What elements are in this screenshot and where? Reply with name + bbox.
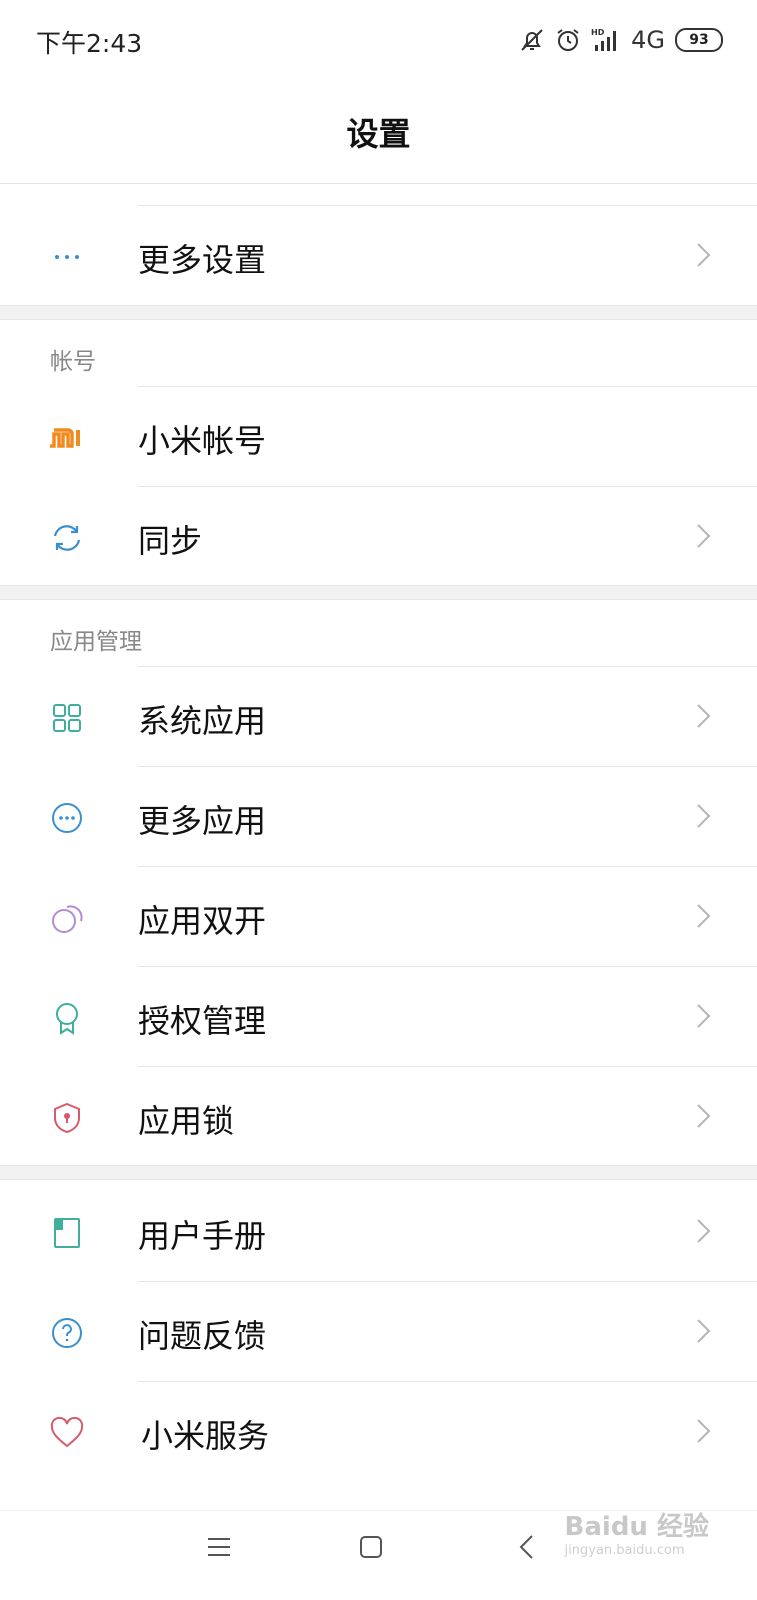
page-title: 设置: [346, 114, 411, 153]
back-button[interactable]: [517, 1534, 537, 1564]
section-separator: [0, 305, 757, 320]
chevron-right-icon: [697, 243, 711, 267]
network-type: 4G: [631, 26, 665, 54]
section-header-app-management: 应用管理: [0, 600, 757, 666]
section-separator: [0, 585, 757, 600]
battery-indicator: 93: [675, 28, 723, 52]
chevron-right-icon: [697, 1319, 711, 1343]
chevron-right-icon: [697, 1419, 711, 1443]
question-icon: [48, 1314, 86, 1352]
svg-text:HD: HD: [591, 28, 605, 37]
settings-item-more-apps[interactable]: 更多应用: [0, 766, 757, 866]
watermark-url: jingyan.baidu.com: [564, 1543, 685, 1558]
settings-item-label: 授权管理: [138, 1002, 267, 1040]
mi-logo-icon: [48, 419, 86, 457]
chevron-right-icon: [697, 904, 711, 928]
sync-icon: [48, 519, 86, 557]
settings-item-sync[interactable]: 同步: [0, 486, 757, 586]
settings-item-label: 问题反馈: [138, 1317, 267, 1355]
heart-icon: [48, 1414, 86, 1452]
settings-item-label: 应用双开: [138, 902, 267, 940]
settings-item-feedback[interactable]: 问题反馈: [0, 1281, 757, 1381]
chevron-right-icon: [697, 1219, 711, 1243]
section-header-account: 帐号: [0, 320, 757, 386]
divider: [138, 766, 757, 767]
ribbon-badge-icon: [48, 999, 86, 1037]
divider: [138, 386, 757, 387]
chevron-right-icon: [697, 804, 711, 828]
chevron-right-icon: [697, 524, 711, 548]
status-time: 下午2:43: [36, 29, 143, 58]
watermark: Baidu 经验 jingyan.baidu.com: [565, 1506, 709, 1558]
menu-button[interactable]: [206, 1534, 232, 1564]
divider: [138, 205, 757, 206]
settings-item-mi-account[interactable]: 小米帐号: [0, 386, 757, 486]
status-bar: 下午2:43 HD 4G 93: [0, 0, 757, 80]
more-dots-icon: [48, 238, 86, 276]
divider: [138, 1281, 757, 1282]
settings-item-user-manual[interactable]: 用户手册: [0, 1181, 757, 1281]
settings-item-system-apps[interactable]: 系统应用: [0, 666, 757, 766]
shield-lock-icon: [48, 1099, 86, 1137]
watermark-brand: Baidu 经验: [564, 1512, 709, 1542]
settings-item-more-settings[interactable]: 更多设置: [0, 205, 757, 305]
signal-icon: HD: [591, 27, 621, 53]
settings-item-label: 小米服务: [141, 1417, 270, 1455]
back-chevron-icon: [519, 1535, 533, 1559]
dual-circles-icon: [48, 899, 86, 937]
settings-item-label: 用户手册: [138, 1217, 267, 1255]
book-icon: [48, 1214, 86, 1252]
status-icons: HD 4G 93: [519, 22, 723, 58]
settings-item-label: 更多设置: [138, 241, 267, 279]
home-button[interactable]: [358, 1534, 384, 1564]
mute-bell-icon: [519, 27, 545, 53]
section-header-label: 应用管理: [50, 629, 142, 655]
divider: [138, 1381, 757, 1382]
section-header-label: 帐号: [50, 349, 96, 375]
divider: [138, 866, 757, 867]
chevron-right-icon: [697, 1004, 711, 1028]
menu-lines-icon: [208, 1538, 230, 1556]
divider: [138, 1066, 757, 1067]
more-circle-icon: [48, 799, 86, 837]
settings-item-label: 系统应用: [138, 702, 267, 740]
section-separator: [0, 1165, 757, 1180]
title-bar: 设置: [0, 80, 757, 184]
settings-item-mi-service[interactable]: 小米服务: [0, 1381, 757, 1481]
divider: [138, 666, 757, 667]
settings-item-label: 同步: [138, 522, 203, 560]
settings-item-permissions[interactable]: 授权管理: [0, 966, 757, 1066]
settings-item-dual-apps[interactable]: 应用双开: [0, 866, 757, 966]
settings-item-label: 小米帐号: [138, 422, 267, 460]
settings-item-label: 更多应用: [138, 802, 267, 840]
home-square-icon: [360, 1536, 382, 1558]
divider: [138, 966, 757, 967]
grid-apps-icon: [48, 699, 86, 737]
chevron-right-icon: [697, 704, 711, 728]
chevron-right-icon: [697, 1104, 711, 1128]
divider: [138, 486, 757, 487]
alarm-icon: [555, 27, 581, 53]
settings-item-label: 应用锁: [138, 1102, 235, 1140]
settings-item-app-lock[interactable]: 应用锁: [0, 1066, 757, 1166]
